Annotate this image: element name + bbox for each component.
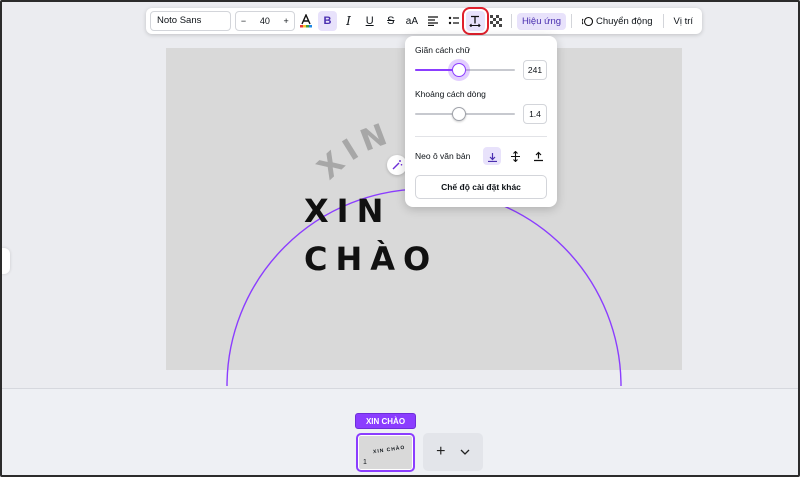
page-title-tag[interactable]: XIN CHÀO — [355, 413, 416, 429]
underline-button[interactable]: U — [360, 11, 379, 31]
toolbar-divider — [571, 14, 572, 28]
underline-icon: U — [365, 15, 374, 27]
anchor-middle-button[interactable] — [506, 147, 524, 165]
font-size-stepper[interactable]: − 40 + — [234, 11, 295, 31]
animate-icon — [582, 16, 593, 26]
spacing-button[interactable] — [461, 7, 489, 35]
magic-wand-icon — [392, 160, 403, 170]
chevron-down-icon[interactable] — [460, 449, 470, 455]
side-panel-toggle[interactable] — [2, 248, 10, 274]
bold-button[interactable]: B — [317, 11, 337, 31]
bullet-list-icon — [448, 16, 460, 25]
text-toolbar: Noto Sans − 40 + B I U S aA Hiệu ứng Chu… — [146, 7, 702, 35]
align-button[interactable] — [423, 11, 442, 31]
anchor-label: Neo ô văn bản — [415, 151, 471, 161]
italic-icon: I — [346, 14, 351, 28]
anchor-bottom-button[interactable] — [529, 147, 547, 165]
bold-icon: B — [323, 15, 332, 27]
font-size-increase-button[interactable]: + — [283, 16, 288, 26]
strikethrough-button[interactable]: S — [381, 11, 400, 31]
more-settings-button[interactable]: Chế độ cài đặt khác — [415, 175, 547, 199]
font-size-value[interactable]: 40 — [260, 16, 270, 26]
plus-icon: + — [436, 443, 446, 460]
italic-button[interactable]: I — [339, 11, 358, 31]
letter-spacing-slider[interactable] — [415, 60, 515, 80]
animate-button[interactable]: Chuyển động — [577, 13, 658, 30]
page-number: 1 — [363, 459, 367, 466]
animate-label: Chuyển động — [596, 15, 653, 27]
letter-spacing-label: Giãn cách chữ — [415, 45, 471, 55]
letter-case-icon: aA — [405, 15, 419, 27]
anchor-middle-icon — [510, 150, 520, 162]
add-page-button[interactable]: + — [423, 433, 483, 471]
font-size-decrease-button[interactable]: − — [241, 16, 246, 26]
letter-spacing-value[interactable]: 241 — [523, 60, 547, 80]
effects-button[interactable]: Hiệu ứng — [516, 12, 567, 30]
canvas-text-line-1[interactable]: XIN — [304, 192, 391, 230]
line-spacing-label: Khoảng cách dòng — [415, 89, 486, 99]
page-thumbnail[interactable]: XIN CHÀO 1 — [356, 433, 415, 472]
strikethrough-icon: S — [387, 15, 395, 27]
toolbar-divider — [662, 14, 664, 28]
letter-case-button[interactable]: aA — [402, 11, 421, 31]
transparency-icon — [490, 15, 503, 27]
anchor-bottom-icon — [533, 151, 543, 161]
font-family-select[interactable]: Noto Sans — [150, 11, 231, 31]
line-spacing-value[interactable]: 1.4 — [523, 104, 547, 124]
spacing-popover: Giãn cách chữ 241 Khoảng cách dòng 1.4 N… — [405, 36, 557, 207]
text-spacing-icon — [469, 15, 482, 27]
canvas-text-line-2[interactable]: CHÀO — [304, 240, 438, 278]
line-spacing-thumb[interactable] — [452, 107, 466, 121]
anchor-top-button[interactable] — [483, 147, 501, 165]
magic-write-button[interactable] — [387, 155, 407, 175]
align-left-icon — [428, 16, 439, 26]
thumbnail-text: XIN CHÀO — [372, 444, 406, 456]
line-spacing-slider[interactable] — [415, 104, 515, 124]
letter-spacing-thumb[interactable] — [452, 63, 466, 77]
transparency-button[interactable] — [487, 11, 506, 31]
position-button[interactable]: Vị trí — [668, 13, 698, 30]
text-color-button[interactable] — [297, 11, 316, 31]
popover-divider — [415, 136, 547, 137]
toolbar-divider — [510, 14, 512, 28]
anchor-top-icon — [487, 152, 497, 162]
list-button[interactable] — [445, 11, 464, 31]
text-color-icon — [300, 14, 313, 28]
